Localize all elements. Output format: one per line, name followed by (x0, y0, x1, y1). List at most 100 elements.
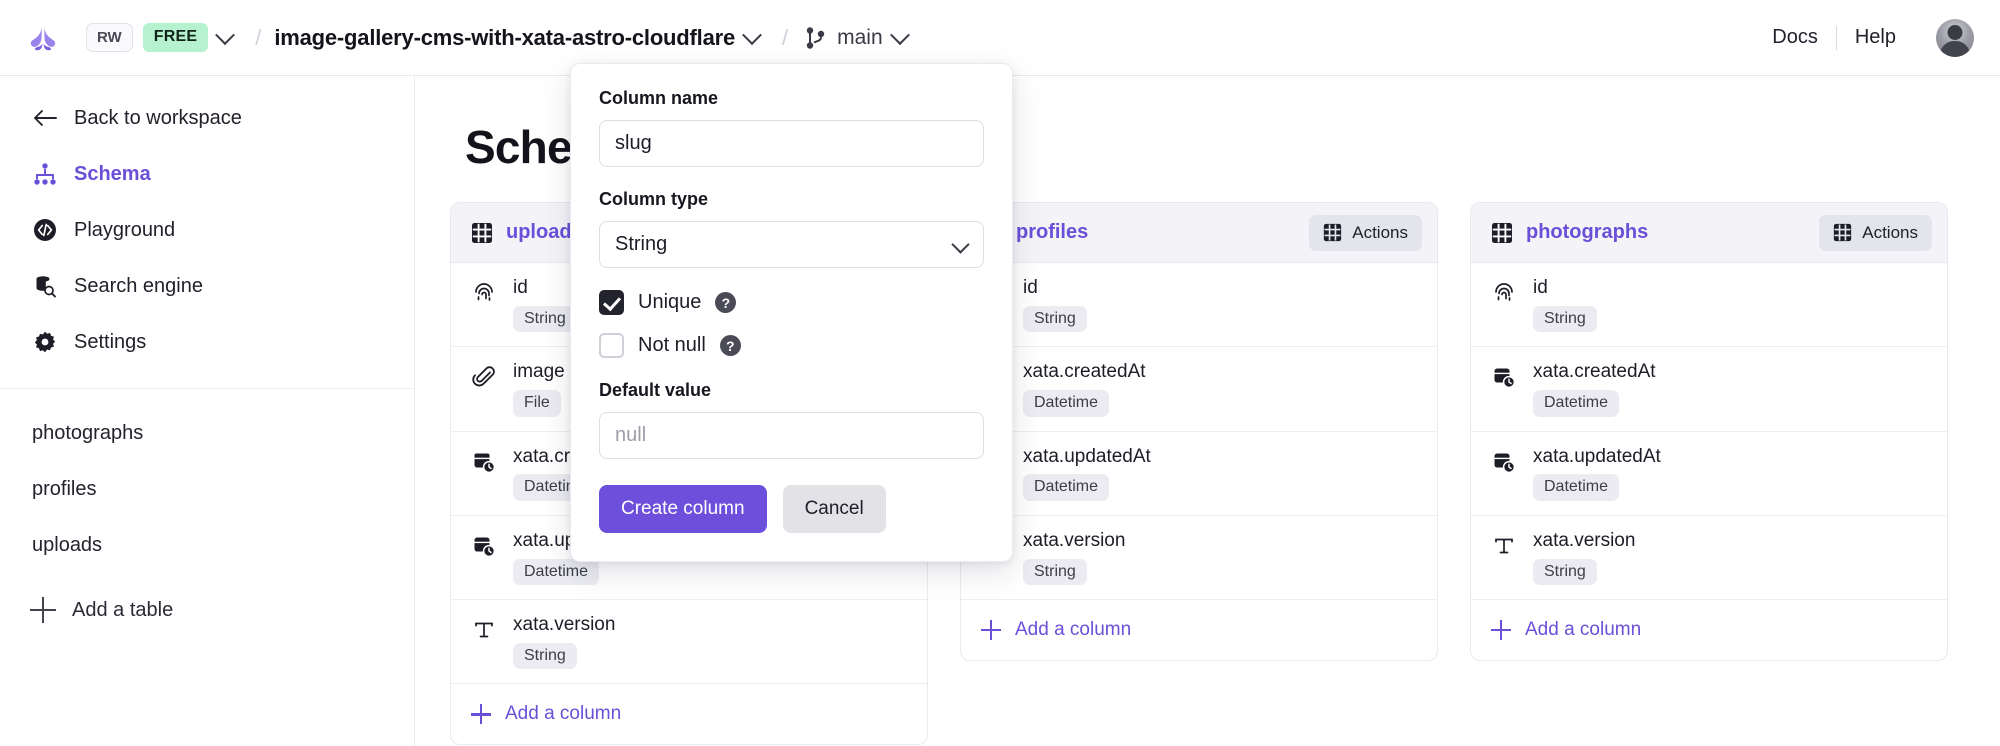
column-type-field-group: Column type (599, 189, 984, 268)
sidebar-item-label: Settings (74, 330, 147, 353)
not-null-checkbox[interactable] (599, 333, 624, 358)
column-row[interactable]: xata.version String (451, 600, 927, 685)
sidebar-item-search-engine[interactable]: Search engine (0, 258, 414, 314)
sidebar-nav-group: Back to workspace Schema Playground Sear… (0, 76, 414, 389)
plus-icon (30, 597, 56, 623)
branch-name[interactable]: main (837, 26, 883, 50)
column-row[interactable]: id String (1471, 263, 1947, 348)
column-row[interactable]: xata.updatedAt Datetime (961, 432, 1437, 516)
sidebar-table-profiles[interactable]: profiles (0, 461, 414, 517)
sidebar-item-schema[interactable]: Schema (0, 146, 414, 202)
column-row[interactable]: xata.updatedAt Datetime (1471, 432, 1947, 516)
actions-button[interactable]: Actions (1819, 214, 1932, 251)
actions-button[interactable]: Actions (1309, 214, 1422, 251)
chevron-down-icon (742, 24, 762, 45)
table-card-title[interactable]: profiles (1016, 221, 1088, 244)
column-name-input[interactable] (599, 120, 984, 167)
table-icon (472, 222, 492, 243)
column-name: xata.version (1023, 529, 1126, 551)
plus-icon (1491, 620, 1511, 641)
not-null-checkbox-row: Not null ? (599, 333, 984, 358)
code-icon (32, 217, 58, 243)
column-body: xata.createdAt Datetime (1533, 361, 1656, 417)
add-column-label: Add a column (1525, 619, 1642, 641)
table-card-header: profiles Actions (961, 203, 1437, 263)
calendar-clock-icon (471, 449, 497, 475)
help-link[interactable]: Help (1837, 26, 1914, 49)
unique-checkbox[interactable] (599, 290, 624, 315)
column-name: xata.createdAt (1533, 361, 1656, 383)
column-name: xata.createdAt (1023, 361, 1146, 383)
default-value-field-group: Default value (599, 380, 984, 459)
table-icon (1492, 222, 1512, 243)
avatar[interactable] (1936, 18, 1974, 57)
column-row[interactable]: id String (961, 263, 1437, 348)
sidebar-item-label: Playground (74, 218, 176, 241)
sidebar-back-label: Back to workspace (74, 106, 242, 129)
calendar-clock-icon (471, 533, 497, 559)
fingerprint-icon (1491, 280, 1517, 306)
add-column-label: Add a column (1015, 619, 1132, 641)
app-root: RW FREE / image-gallery-cms-with-xata-as… (0, 0, 2000, 746)
create-column-dialog: Column name Column type Unique ? Not nul… (570, 63, 1013, 562)
database-dropdown-button[interactable] (735, 21, 769, 55)
docs-link[interactable]: Docs (1754, 26, 1836, 49)
table-card-photographs: photographs Actions id String xata.creat… (1470, 202, 1948, 662)
column-row[interactable]: xata.version String (1471, 516, 1947, 601)
plan-badge[interactable]: FREE (142, 23, 209, 52)
schema-icon (32, 161, 58, 187)
column-type-badge: String (513, 305, 577, 333)
add-column-label: Add a column (505, 703, 622, 725)
sidebar-item-settings[interactable]: Settings (0, 314, 414, 370)
cancel-button[interactable]: Cancel (782, 485, 886, 533)
unique-checkbox-row: Unique ? (599, 290, 984, 315)
column-name-label: Column name (599, 88, 719, 108)
table-card-profiles: profiles Actions id String xata.createdA… (960, 202, 1438, 662)
xata-butterfly-logo[interactable] (26, 23, 60, 53)
column-name: image (513, 361, 565, 383)
add-table-button[interactable]: Add a table (0, 581, 414, 639)
plus-icon (981, 620, 1001, 641)
create-column-button[interactable]: Create column (599, 485, 767, 533)
column-type-badge: String (1533, 558, 1597, 586)
column-type-select[interactable] (599, 221, 984, 268)
header-right-group: Docs Help (1754, 18, 1974, 57)
column-name: id (513, 277, 528, 298)
column-row[interactable]: xata.createdAt Datetime (1471, 347, 1947, 432)
table-icon (1324, 223, 1342, 242)
sidebar-item-back-to-workspace[interactable]: Back to workspace (0, 90, 414, 146)
database-search-icon (32, 273, 58, 299)
not-null-help-icon[interactable]: ? (719, 335, 741, 356)
column-row[interactable]: xata.createdAt Datetime (961, 347, 1437, 432)
add-column-button[interactable]: Add a column (1471, 600, 1947, 660)
default-value-input[interactable] (599, 412, 984, 459)
column-type-badge: String (1023, 558, 1087, 586)
calendar-clock-icon (1491, 364, 1517, 390)
branch-dropdown-button[interactable] (883, 21, 917, 55)
column-name: xata.version (1533, 529, 1636, 551)
column-type-badge: Datetime (1023, 390, 1110, 417)
add-column-button[interactable]: Add a column (961, 600, 1437, 660)
text-icon (1491, 533, 1517, 559)
database-name[interactable]: image-gallery-cms-with-xata-astro-cloudf… (274, 25, 735, 51)
add-column-button[interactable]: Add a column (451, 684, 927, 744)
column-type-badge: File (513, 390, 561, 417)
table-card-header: photographs Actions (1471, 203, 1947, 263)
sidebar-table-uploads[interactable]: uploads (0, 517, 414, 573)
column-type-select-wrap (599, 221, 984, 268)
workspace-badge[interactable]: RW (86, 23, 133, 52)
unique-help-icon[interactable]: ? (715, 292, 737, 313)
sidebar-item-playground[interactable]: Playground (0, 202, 414, 258)
column-type-badge: Datetime (1533, 474, 1620, 501)
chevron-down-icon (215, 24, 236, 45)
column-type-badge: String (1533, 305, 1597, 333)
workspace-dropdown-button[interactable] (208, 21, 242, 55)
column-row[interactable]: xata.version String (961, 516, 1437, 601)
table-card-title[interactable]: photographs (1526, 221, 1648, 244)
add-table-label: Add a table (72, 598, 174, 621)
chevron-down-icon (889, 24, 910, 45)
sidebar-item-label: Schema (74, 162, 151, 185)
text-icon (471, 617, 497, 643)
sidebar-table-photographs[interactable]: photographs (0, 405, 414, 461)
column-body: image File (513, 361, 565, 417)
